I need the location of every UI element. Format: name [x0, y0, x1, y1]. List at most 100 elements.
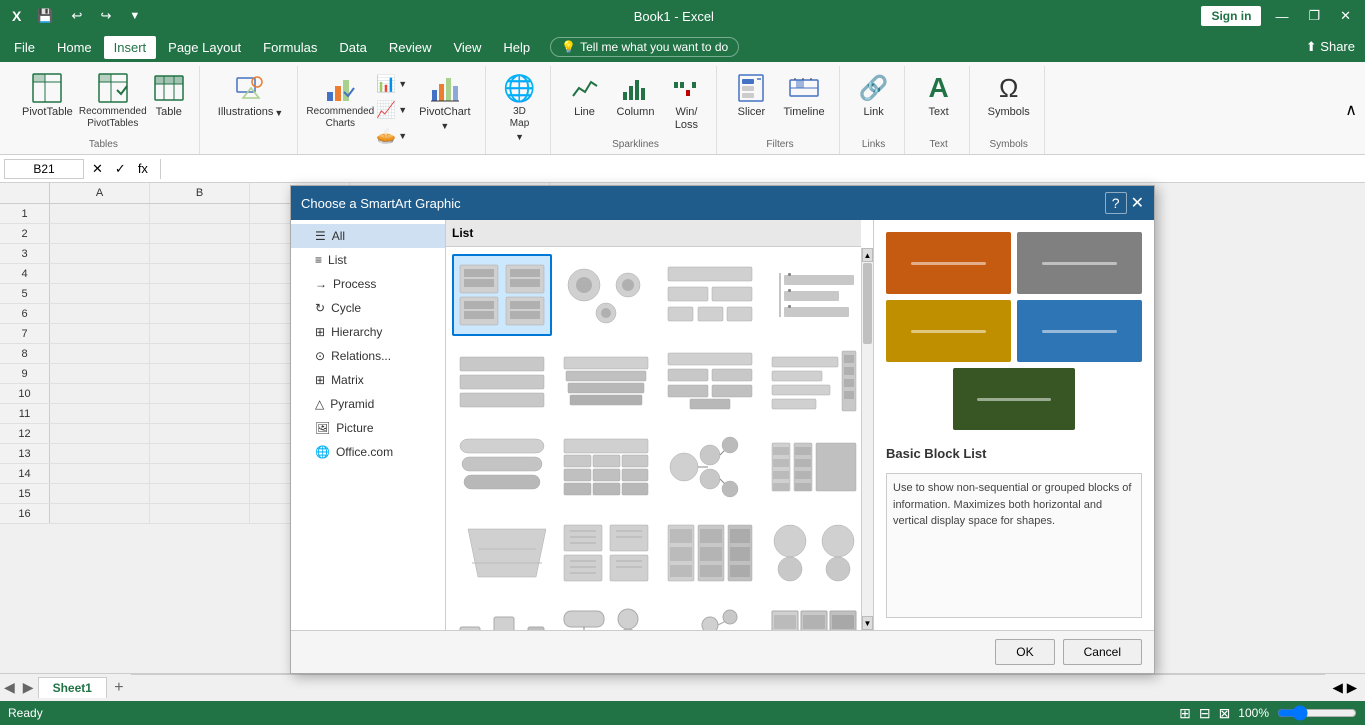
scroll-up-btn[interactable]: ▲: [862, 248, 873, 262]
thumb-basic-block-list[interactable]: [452, 254, 552, 336]
category-relations[interactable]: ⊙ Relations...: [291, 344, 445, 368]
category-list[interactable]: ≡ List: [291, 248, 445, 272]
cell-a15[interactable]: [50, 484, 150, 503]
winloss-sparkline-btn[interactable]: Win/Loss: [664, 70, 708, 134]
cell-a9[interactable]: [50, 364, 150, 383]
cell-a4[interactable]: [50, 264, 150, 283]
thumb-18[interactable]: [556, 598, 656, 630]
category-pyramid[interactable]: △ Pyramid: [291, 392, 445, 416]
cell-b12[interactable]: [150, 424, 250, 443]
share-button[interactable]: ⬆ Share: [1300, 37, 1361, 57]
symbols-btn[interactable]: Ω Symbols: [982, 70, 1036, 121]
cell-a2[interactable]: [50, 224, 150, 243]
thumb-12[interactable]: [764, 426, 861, 508]
scroll-sheets-left-btn[interactable]: ◀: [0, 679, 19, 696]
thumb-6[interactable]: [556, 340, 656, 422]
text-btn[interactable]: A Text: [917, 70, 961, 121]
recommended-pivot-btn[interactable]: RecommendedPivotTables: [83, 70, 143, 132]
thumb-8[interactable]: [764, 340, 861, 422]
col-sparkline-btn[interactable]: Column: [611, 70, 661, 121]
collapse-ribbon-btn[interactable]: ∧: [1345, 100, 1357, 120]
cell-b14[interactable]: [150, 464, 250, 483]
sheet-tab-sheet1[interactable]: Sheet1: [38, 677, 107, 698]
close-btn[interactable]: ✕: [1334, 6, 1357, 26]
thumb-11[interactable]: [660, 426, 760, 508]
thumb-14[interactable]: [556, 512, 656, 594]
category-picture[interactable]: 🖼 Picture: [291, 416, 445, 440]
add-sheet-btn[interactable]: +: [107, 677, 131, 699]
thumb-10[interactable]: [556, 426, 656, 508]
cell-a11[interactable]: [50, 404, 150, 423]
cell-a10[interactable]: [50, 384, 150, 403]
menu-view[interactable]: View: [443, 36, 491, 59]
cell-a14[interactable]: [50, 464, 150, 483]
scroll-left-btn[interactable]: ◀: [1333, 680, 1343, 696]
cell-a8[interactable]: [50, 344, 150, 363]
cell-reference-box[interactable]: [4, 159, 84, 179]
enter-formula-btn[interactable]: ✓: [111, 159, 130, 179]
dialog-cancel-btn[interactable]: Cancel: [1063, 639, 1142, 665]
3d-map-btn[interactable]: 🌐 3DMap ▼: [498, 70, 542, 144]
menu-insert[interactable]: Insert: [104, 36, 157, 59]
category-process[interactable]: → Process: [291, 272, 445, 296]
formula-input[interactable]: [169, 159, 1361, 179]
thumb-4[interactable]: [764, 254, 861, 336]
thumb-3[interactable]: [660, 254, 760, 336]
cell-b6[interactable]: [150, 304, 250, 323]
recommended-charts-btn[interactable]: RecommendedCharts: [310, 70, 370, 132]
minimize-btn[interactable]: —: [1269, 7, 1294, 26]
thumb-9[interactable]: [452, 426, 552, 508]
insert-function-btn[interactable]: fx: [134, 159, 152, 178]
pie-chart-btn[interactable]: 🥧 ▼: [374, 124, 409, 148]
thumb-15[interactable]: [660, 512, 760, 594]
thumb-13[interactable]: [452, 512, 552, 594]
column-chart-btn[interactable]: 📊 ▼: [374, 72, 409, 96]
menu-data[interactable]: Data: [329, 36, 376, 59]
restore-btn[interactable]: ❐: [1302, 6, 1326, 26]
cell-a1[interactable]: [50, 204, 150, 223]
customize-quick-btn[interactable]: ▼: [123, 8, 146, 24]
link-btn[interactable]: 🔗 Link: [852, 70, 896, 121]
cancel-formula-btn[interactable]: ✕: [88, 159, 107, 179]
cell-b2[interactable]: [150, 224, 250, 243]
cell-a16[interactable]: [50, 504, 150, 523]
thumb-7[interactable]: [660, 340, 760, 422]
cell-a12[interactable]: [50, 424, 150, 443]
cell-b9[interactable]: [150, 364, 250, 383]
category-hierarchy[interactable]: ⊞ Hierarchy: [291, 320, 445, 344]
menu-home[interactable]: Home: [47, 36, 102, 59]
cell-b11[interactable]: [150, 404, 250, 423]
scroll-right-btn[interactable]: ▶: [1347, 680, 1357, 696]
tell-me-box[interactable]: 💡 Tell me what you want to do: [550, 37, 739, 57]
dialog-close-btn[interactable]: ✕: [1131, 192, 1144, 214]
cell-b16[interactable]: [150, 504, 250, 523]
dialog-ok-btn[interactable]: OK: [995, 639, 1054, 665]
category-matrix[interactable]: ⊞ Matrix: [291, 368, 445, 392]
table-btn[interactable]: Table: [147, 70, 191, 121]
signin-button[interactable]: Sign in: [1201, 6, 1261, 26]
cell-b7[interactable]: [150, 324, 250, 343]
pivot-table-btn[interactable]: PivotTable: [16, 70, 79, 121]
cell-a5[interactable]: [50, 284, 150, 303]
thumb-20[interactable]: [764, 598, 861, 630]
cell-b15[interactable]: [150, 484, 250, 503]
undo-quick-btn[interactable]: ↩: [66, 6, 89, 26]
category-all[interactable]: ☰ All: [291, 224, 445, 248]
thumb-17[interactable]: [452, 598, 552, 630]
pivot-chart-btn[interactable]: PivotChart ▼: [413, 70, 476, 133]
cell-b13[interactable]: [150, 444, 250, 463]
scroll-sheets-right-btn[interactable]: ▶: [19, 679, 38, 696]
thumb-2[interactable]: [556, 254, 656, 336]
cell-a13[interactable]: [50, 444, 150, 463]
menu-formulas[interactable]: Formulas: [253, 36, 327, 59]
dialog-help-btn[interactable]: ?: [1105, 192, 1127, 214]
category-cycle[interactable]: ↻ Cycle: [291, 296, 445, 320]
cell-a6[interactable]: [50, 304, 150, 323]
line-sparkline-btn[interactable]: Line: [563, 70, 607, 121]
thumb-16[interactable]: [764, 512, 861, 594]
line-chart-btn[interactable]: 📈 ▼: [374, 98, 409, 122]
cell-b4[interactable]: [150, 264, 250, 283]
cell-b3[interactable]: [150, 244, 250, 263]
menu-page-layout[interactable]: Page Layout: [158, 36, 251, 59]
slicer-btn[interactable]: Slicer: [729, 70, 773, 121]
